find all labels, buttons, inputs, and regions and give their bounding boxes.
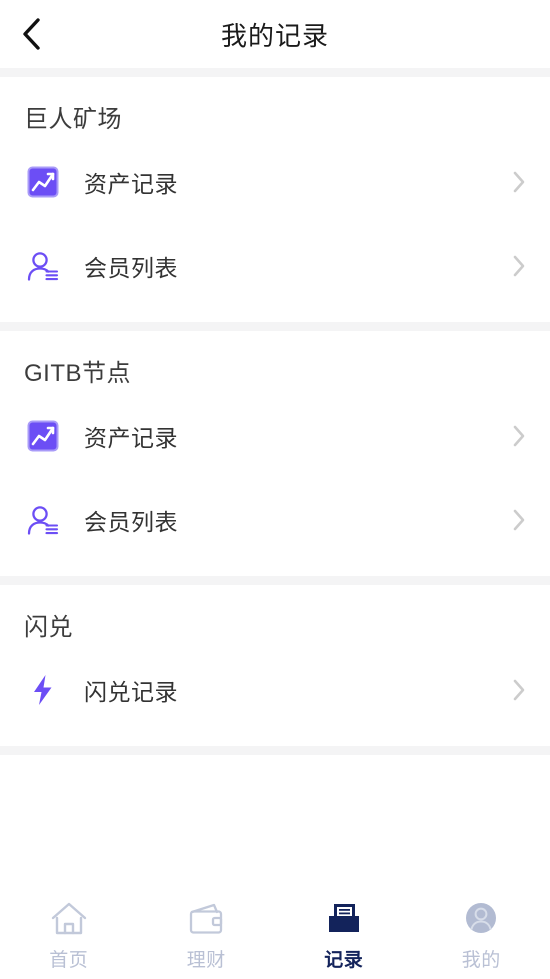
row-asset-records[interactable]: 资产记录 xyxy=(0,140,550,224)
tab-profile[interactable]: 我的 xyxy=(413,899,550,972)
row-label: 闪兑记录 xyxy=(84,679,178,705)
tab-records[interactable]: 记录 xyxy=(275,899,413,972)
page-title: 我的记录 xyxy=(220,20,329,51)
tab-label: 我的 xyxy=(461,950,501,971)
chart-square-icon xyxy=(24,417,62,455)
row-label: 会员列表 xyxy=(84,255,178,281)
tab-finance[interactable]: 理财 xyxy=(138,899,276,972)
section-gitb-node: GITB节点 资产记录 会员列表 xyxy=(0,331,550,576)
bottom-divider xyxy=(0,746,550,755)
row-label: 资产记录 xyxy=(84,425,178,451)
chevron-left-icon xyxy=(20,14,44,54)
empty-space xyxy=(0,755,550,889)
tab-label: 记录 xyxy=(324,950,364,971)
page-header: 我的记录 xyxy=(0,0,550,68)
member-list-icon xyxy=(24,247,62,285)
row-member-list[interactable]: 会员列表 xyxy=(0,478,550,562)
section-flash-swap: 闪兑 闪兑记录 xyxy=(0,585,550,746)
row-label: 会员列表 xyxy=(84,509,178,535)
section-title: 巨人矿场 xyxy=(24,106,122,133)
row-member-list[interactable]: 会员列表 xyxy=(0,224,550,308)
tab-label: 首页 xyxy=(49,950,89,971)
home-icon xyxy=(49,899,89,939)
section-giant-mine: 巨人矿场 资产记录 会员列表 xyxy=(0,77,550,322)
profile-avatar-icon xyxy=(461,899,501,939)
section-divider xyxy=(0,576,550,585)
section-title: 闪兑 xyxy=(24,614,73,641)
bottom-tab-bar: 首页 理财 记录 我的 xyxy=(0,889,550,979)
chevron-right-icon xyxy=(508,421,528,451)
chart-square-icon xyxy=(24,163,62,201)
chevron-right-icon xyxy=(508,167,528,197)
row-asset-records[interactable]: 资产记录 xyxy=(0,394,550,478)
section-title: GITB节点 xyxy=(24,360,132,387)
records-icon xyxy=(324,899,364,939)
header-divider xyxy=(0,68,550,77)
chevron-right-icon xyxy=(508,251,528,281)
row-flash-swap-records[interactable]: 闪兑记录 xyxy=(0,648,550,732)
tab-label: 理财 xyxy=(186,950,226,971)
member-list-icon xyxy=(24,501,62,539)
records-list: 巨人矿场 资产记录 会员列表 GITB节点 资产记录 会员列表 闪兑 闪兑记录 xyxy=(0,77,550,889)
lightning-bolt-icon xyxy=(24,671,62,709)
chevron-right-icon xyxy=(508,675,528,705)
wallet-icon xyxy=(186,899,226,939)
row-label: 资产记录 xyxy=(84,171,178,197)
section-divider xyxy=(0,322,550,331)
chevron-right-icon xyxy=(508,505,528,535)
tab-home[interactable]: 首页 xyxy=(0,899,138,972)
app-screen: 我的记录 巨人矿场 资产记录 会员列表 GITB节点 资产记录 会员列表 闪兑 … xyxy=(0,0,550,979)
back-button[interactable] xyxy=(0,0,64,68)
